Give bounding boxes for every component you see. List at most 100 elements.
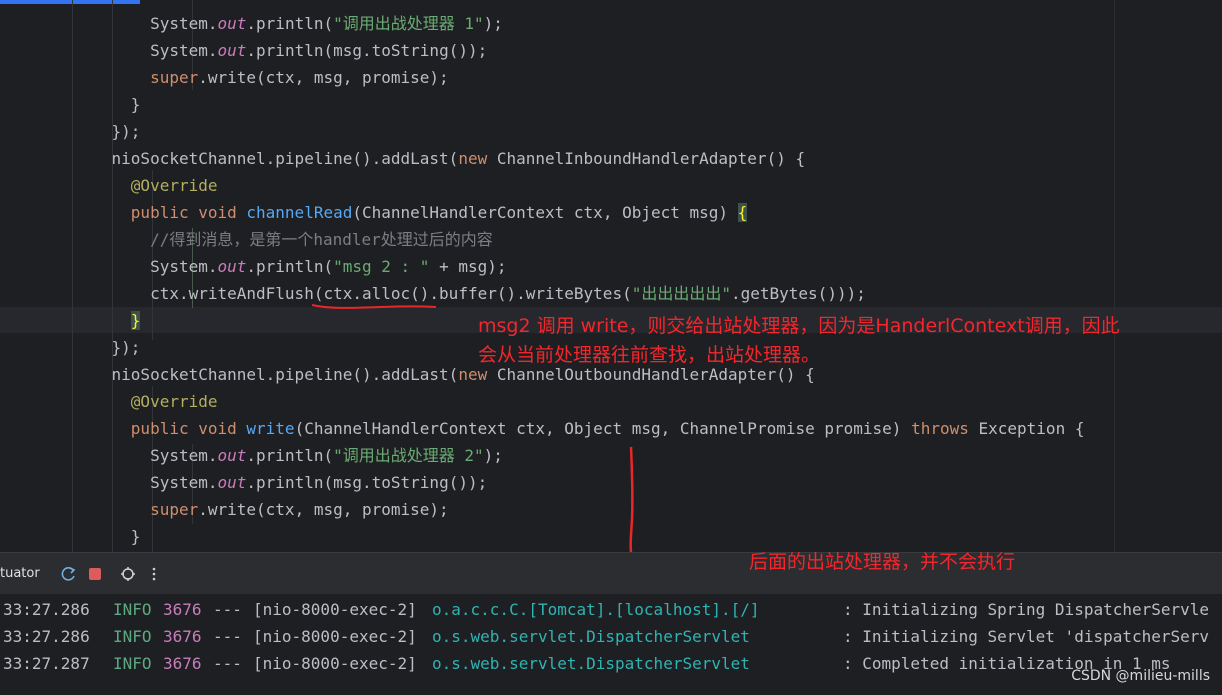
log-message: : Initializing Spring DispatcherServle bbox=[843, 600, 1210, 619]
code-token: .println(msg.toString()); bbox=[246, 473, 488, 492]
code-token: + msg); bbox=[429, 257, 507, 276]
code-token: ); bbox=[483, 446, 503, 465]
code-line[interactable]: public void channelRead(ChannelHandlerCo… bbox=[73, 199, 748, 226]
log-separator: --- bbox=[213, 627, 242, 646]
debug-settings-icon[interactable] bbox=[119, 565, 137, 583]
annotation-note-1: msg2 调用 write，则交给出站处理器，因为是HanderlContext… bbox=[478, 315, 1120, 337]
code-line[interactable]: super.write(ctx, msg, promise); bbox=[73, 64, 449, 91]
console-output[interactable]: 33:27.286 INFO 3676 --- [nio-8000-exec-2] o.a… bbox=[0, 594, 1222, 695]
code-token: "调用出战处理器 2" bbox=[333, 446, 484, 465]
arrow-mark bbox=[629, 446, 634, 552]
log-timestamp: 33:27.286 bbox=[3, 627, 90, 646]
watermark: CSDN @milieu-mills bbox=[1071, 668, 1210, 684]
annotation-note-1b: 会从当前处理器往前查找，出站处理器。 bbox=[478, 344, 821, 366]
code-token: "msg 2 : " bbox=[333, 257, 430, 276]
log-thread: [nio-8000-exec-2] bbox=[253, 600, 417, 619]
log-logger[interactable]: o.s.web.servlet.DispatcherServlet bbox=[432, 623, 750, 650]
code-token: } bbox=[130, 527, 141, 546]
code-token: { bbox=[737, 203, 748, 222]
code-line[interactable]: } bbox=[73, 523, 141, 550]
code-line[interactable]: } bbox=[73, 307, 141, 334]
code-token: }); bbox=[111, 122, 141, 141]
code-token: } bbox=[130, 95, 141, 114]
right-margin-line bbox=[1114, 0, 1115, 552]
code-token: (ChannelHandlerContext ctx, Object msg, … bbox=[294, 419, 912, 438]
log-thread: [nio-8000-exec-2] bbox=[253, 627, 417, 646]
log-pid: 3676 bbox=[163, 627, 202, 646]
code-line[interactable]: System.out.println("调用出战处理器 1"); bbox=[73, 10, 503, 37]
code-token: new bbox=[458, 149, 497, 168]
code-line[interactable]: //得到消息，是第一个handler处理过后的内容 bbox=[73, 226, 493, 253]
code-token: .write(ctx, msg, promise); bbox=[198, 500, 449, 519]
log-level: INFO bbox=[113, 654, 152, 673]
code-line[interactable]: nioSocketChannel.pipeline().addLast(new … bbox=[73, 145, 806, 172]
code-line[interactable]: System.out.println("调用出战处理器 2"); bbox=[73, 442, 503, 469]
code-token: throws bbox=[911, 419, 979, 438]
code-token: ChannelInboundHandlerAdapter() { bbox=[496, 149, 806, 168]
log-level: INFO bbox=[113, 600, 152, 619]
code-line[interactable]: public void write(ChannelHandlerContext … bbox=[73, 415, 1085, 442]
code-token: public void bbox=[130, 419, 247, 438]
log-timestamp: 33:27.287 bbox=[3, 654, 90, 673]
code-token: out bbox=[217, 257, 247, 276]
log-logger[interactable]: o.s.web.servlet.DispatcherServlet bbox=[432, 650, 750, 677]
log-timestamp: 33:27.286 bbox=[3, 600, 90, 619]
code-line[interactable]: }); bbox=[73, 334, 141, 361]
code-token: System. bbox=[150, 41, 218, 60]
log-message: : Initializing Servlet 'dispatcherServ bbox=[843, 627, 1210, 646]
panel-title: tuator bbox=[0, 566, 40, 581]
code-line[interactable]: System.out.println(msg.toString()); bbox=[73, 469, 487, 496]
code-line[interactable]: @Override bbox=[73, 172, 218, 199]
code-token: nioSocketChannel.pipeline().addLast( bbox=[111, 149, 459, 168]
code-token: write bbox=[246, 419, 295, 438]
log-level: INFO bbox=[113, 627, 152, 646]
code-token: public void bbox=[130, 203, 247, 222]
code-token: @Override bbox=[130, 176, 218, 195]
code-token: .println(msg.toString()); bbox=[246, 41, 488, 60]
code-line[interactable]: System.out.println(msg.toString()); bbox=[73, 37, 487, 64]
code-token: Exception { bbox=[978, 419, 1085, 438]
code-token: System. bbox=[150, 473, 218, 492]
rerun-icon[interactable] bbox=[60, 565, 78, 583]
log-line: 33:27.286 INFO 3676 --- [nio-8000-exec-2] o.s… bbox=[0, 623, 1222, 650]
code-token: "调用出战处理器 1" bbox=[333, 14, 484, 33]
code-token: ); bbox=[483, 14, 503, 33]
more-options-icon[interactable] bbox=[145, 565, 163, 583]
log-pid: 3676 bbox=[163, 600, 202, 619]
code-line[interactable]: ctx.writeAndFlush(ctx.alloc().buffer().w… bbox=[73, 280, 866, 307]
code-line[interactable]: @Override bbox=[73, 388, 218, 415]
code-line[interactable]: } bbox=[73, 91, 141, 118]
code-token: nioSocketChannel.pipeline().addLast( bbox=[111, 365, 459, 384]
log-line: 33:27.286 INFO 3676 --- [nio-8000-exec-2] o.a… bbox=[0, 596, 1222, 623]
code-token: .write(ctx, msg, promise); bbox=[198, 68, 449, 87]
code-line[interactable]: super.write(ctx, msg, promise); bbox=[73, 496, 449, 523]
stop-icon[interactable] bbox=[86, 565, 104, 583]
code-line[interactable]: }); bbox=[73, 118, 141, 145]
code-token: out bbox=[217, 14, 247, 33]
run-panel-toolbar: tuator 后面的出站处理器，并不会执行 bbox=[0, 551, 1222, 595]
code-line[interactable]: System.out.println("msg 2 : " + msg); bbox=[73, 253, 507, 280]
log-logger[interactable]: o.a.c.c.C.[Tomcat].[localhost].[/] bbox=[432, 596, 760, 623]
code-token: System. bbox=[150, 446, 218, 465]
code-token: @Override bbox=[130, 392, 218, 411]
code-token: System. bbox=[150, 14, 218, 33]
code-editor[interactable]: System.out.println("调用出战处理器 1"); System.… bbox=[0, 0, 1222, 552]
code-token: channelRead bbox=[246, 203, 353, 222]
log-separator: --- bbox=[213, 600, 242, 619]
code-token: .println( bbox=[246, 14, 334, 33]
